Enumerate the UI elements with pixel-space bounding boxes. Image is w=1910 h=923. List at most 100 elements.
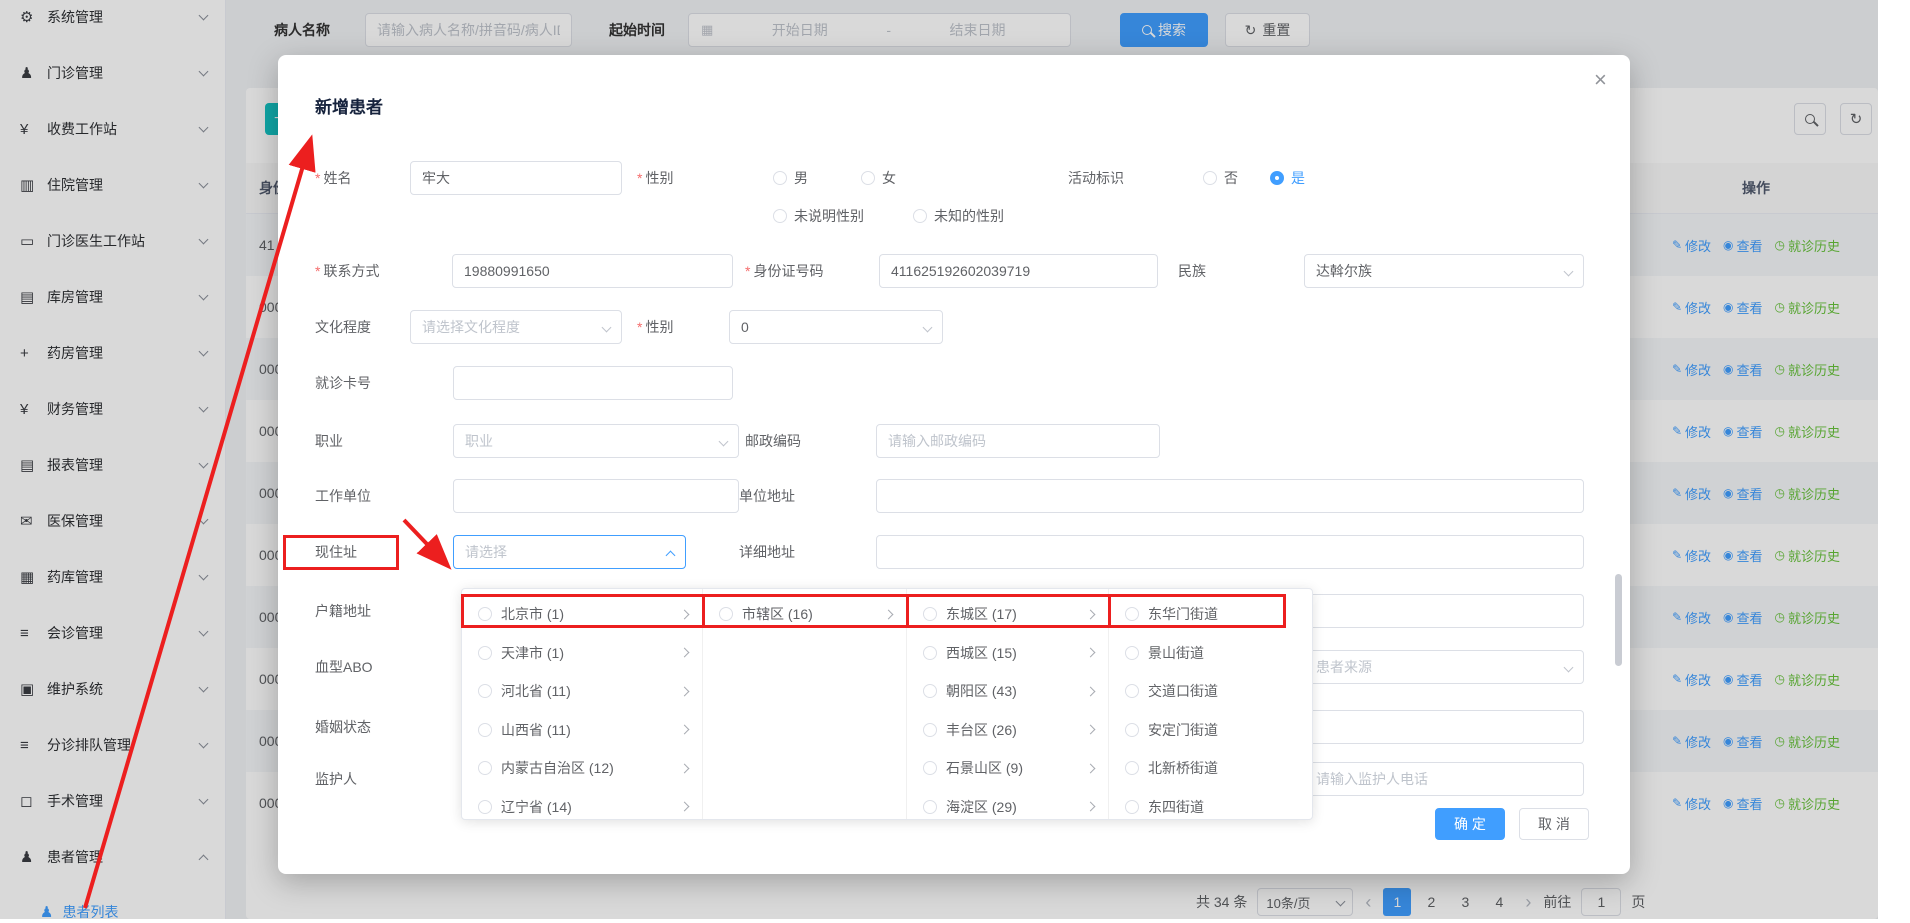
cascade-option[interactable]: 东华门街道	[1109, 595, 1313, 634]
radio-icon	[773, 209, 787, 223]
radio-icon[interactable]	[1125, 684, 1139, 698]
radio-icon[interactable]	[1125, 800, 1139, 814]
chevron-right-icon	[1086, 802, 1096, 812]
radio-active-no[interactable]: 否	[1203, 161, 1238, 195]
radio-gender-unspecified[interactable]: 未说明性别	[773, 199, 864, 233]
id-number-input[interactable]	[879, 254, 1158, 288]
field-label-gender-code: *性别	[637, 310, 673, 344]
unit-address-input[interactable]	[876, 479, 1584, 513]
cascade-option[interactable]: 朝阳区 (43)	[907, 672, 1108, 711]
radio-icon[interactable]	[478, 800, 492, 814]
cascade-option-label: 东四街道	[1148, 797, 1302, 817]
cascade-option[interactable]: 东城区 (17)	[907, 595, 1108, 634]
occupation-select[interactable]: 职业	[453, 424, 739, 458]
field-label-detail-address: 详细地址	[739, 535, 795, 569]
radio-gender-male[interactable]: 男	[773, 161, 808, 195]
radio-icon[interactable]	[923, 646, 937, 660]
cascade-column-2: 市辖区 (16)	[703, 589, 907, 819]
radio-checked-icon	[1270, 171, 1284, 185]
radio-icon[interactable]	[923, 761, 937, 775]
patient-source-select[interactable]: 患者来源	[1304, 650, 1584, 684]
cascade-option-label: 北新桥街道	[1148, 758, 1302, 778]
field-label-blood-type: 血型ABO	[315, 650, 373, 684]
postal-code-input[interactable]	[876, 424, 1160, 458]
radio-icon[interactable]	[478, 646, 492, 660]
radio-icon[interactable]	[923, 723, 937, 737]
radio-icon[interactable]	[478, 723, 492, 737]
cascade-option[interactable]: 西城区 (15)	[907, 634, 1108, 673]
cascade-option[interactable]: 河北省 (11)	[462, 672, 702, 711]
cascade-column-3: 东城区 (17) 西城区 (15) 朝阳区 (43) 丰台区 (26) 石景山区 (9)…	[907, 589, 1109, 819]
radio-icon[interactable]	[923, 684, 937, 698]
chevron-right-icon	[884, 609, 894, 619]
field-label-active-flag: 活动标识	[1068, 161, 1124, 195]
cascade-option[interactable]: 景山街道	[1109, 634, 1313, 673]
cascade-option[interactable]: 市辖区 (16)	[703, 595, 906, 634]
cascade-option-label: 丰台区 (26)	[946, 720, 1078, 740]
visit-card-input[interactable]	[453, 366, 733, 400]
cascade-option[interactable]: 天津市 (1)	[462, 634, 702, 673]
gender-code-select[interactable]: 0	[729, 310, 943, 344]
chevron-down-icon	[1564, 267, 1574, 277]
field-label-postal-code: 邮政编码	[745, 424, 801, 458]
radio-icon	[1203, 171, 1217, 185]
cascade-option[interactable]: 交道口街道	[1109, 672, 1313, 711]
radio-icon[interactable]	[478, 607, 492, 621]
radio-icon[interactable]	[478, 761, 492, 775]
radio-icon[interactable]	[923, 800, 937, 814]
cascade-option[interactable]: 石景山区 (9)	[907, 749, 1108, 788]
radio-icon[interactable]	[478, 684, 492, 698]
name-input[interactable]	[410, 161, 622, 195]
education-select[interactable]: 请选择文化程度	[410, 310, 622, 344]
ethnicity-select[interactable]: 达斡尔族	[1304, 254, 1584, 288]
cascade-option[interactable]: 辽宁省 (14)	[462, 788, 702, 820]
cascade-option[interactable]: 安定门街道	[1109, 711, 1313, 750]
chevron-right-icon	[1086, 609, 1096, 619]
cascade-option[interactable]: 东四街道	[1109, 788, 1313, 820]
chevron-down-icon	[923, 323, 933, 333]
radio-icon	[773, 171, 787, 185]
radio-icon[interactable]	[1125, 761, 1139, 775]
cascade-option[interactable]: 北京市 (1)	[462, 595, 702, 634]
radio-icon[interactable]	[1125, 723, 1139, 737]
chevron-right-icon	[1086, 725, 1096, 735]
field-label-contact: *联系方式	[315, 254, 379, 288]
cancel-button[interactable]: 取 消	[1519, 808, 1589, 840]
cascade-option-label: 朝阳区 (43)	[946, 681, 1078, 701]
required-star: *	[315, 263, 320, 279]
field-label-current-address: 现住址	[315, 535, 357, 569]
cascade-option[interactable]: 海淀区 (29)	[907, 788, 1108, 820]
cascade-option[interactable]: 内蒙古自治区 (12)	[462, 749, 702, 788]
cascade-option-label: 内蒙古自治区 (12)	[501, 758, 672, 778]
guardian-phone-input[interactable]	[1304, 762, 1584, 796]
cascade-option[interactable]: 丰台区 (26)	[907, 711, 1108, 750]
cascade-option[interactable]: 北新桥街道	[1109, 749, 1313, 788]
chevron-right-icon	[680, 725, 690, 735]
radio-icon[interactable]	[1125, 646, 1139, 660]
radio-active-yes[interactable]: 是	[1270, 161, 1305, 195]
cascade-option-label: 东城区 (17)	[946, 604, 1078, 624]
modal-title: 新增患者	[315, 93, 383, 118]
cascade-option[interactable]: 山西省 (11)	[462, 711, 702, 750]
radio-icon[interactable]	[1125, 607, 1139, 621]
radio-icon[interactable]	[923, 607, 937, 621]
radio-gender-female[interactable]: 女	[861, 161, 896, 195]
current-address-cascader[interactable]: 请选择	[453, 535, 686, 569]
detail-address-input[interactable]	[876, 535, 1584, 569]
cascade-option-label: 北京市 (1)	[501, 604, 672, 624]
required-star: *	[745, 263, 750, 279]
field-label-work-unit: 工作单位	[315, 479, 371, 513]
modal-scrollbar-thumb[interactable]	[1615, 574, 1622, 666]
chevron-up-icon	[666, 551, 676, 561]
field-label-household-address: 户籍地址	[315, 594, 371, 628]
contact-input[interactable]	[452, 254, 733, 288]
required-star: *	[637, 170, 642, 186]
close-icon[interactable]: ×	[1594, 69, 1607, 91]
chevron-down-icon	[602, 323, 612, 333]
work-unit-input[interactable]	[453, 479, 739, 513]
cascade-column-1: 北京市 (1) 天津市 (1)河北省 (11)山西省 (11) 内蒙古自治区 (12…	[462, 589, 703, 819]
radio-icon[interactable]	[719, 607, 733, 621]
radio-gender-unknown[interactable]: 未知的性别	[913, 199, 1004, 233]
chevron-right-icon	[680, 648, 690, 658]
confirm-button[interactable]: 确 定	[1435, 808, 1505, 840]
